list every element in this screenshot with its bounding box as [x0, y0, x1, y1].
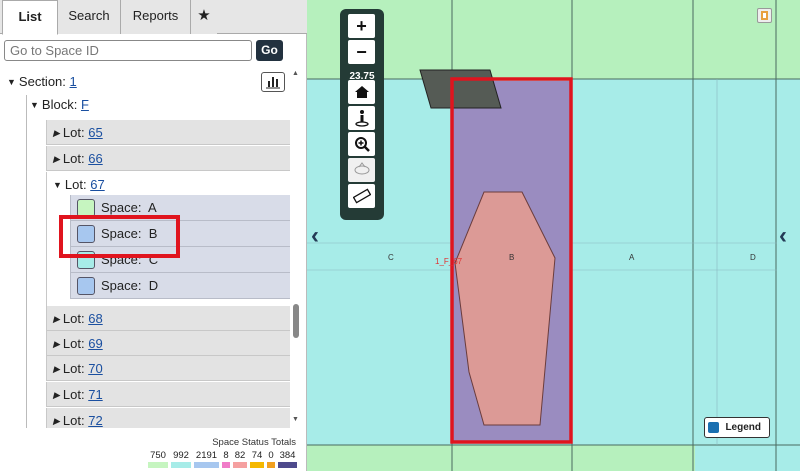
- section-node[interactable]: ▼ Section: 1: [7, 74, 77, 89]
- measure-button[interactable]: [348, 184, 375, 208]
- tab-search[interactable]: Search: [58, 0, 121, 34]
- caret-right-icon[interactable]: ▶: [53, 154, 60, 165]
- lot-label: Lot:: [62, 311, 85, 326]
- ruler-icon: [352, 188, 371, 204]
- scroll-thumb[interactable]: [293, 304, 299, 338]
- lot-row[interactable]: ▶ Lot: 70: [46, 356, 290, 381]
- home-icon: [354, 86, 369, 98]
- total-item: 8: [222, 450, 230, 468]
- lot-link[interactable]: 66: [88, 151, 102, 166]
- total-item: 750: [148, 450, 168, 468]
- magnify-plus-icon: [354, 137, 370, 152]
- chart-button[interactable]: [261, 72, 285, 92]
- total-item: 384: [278, 450, 297, 468]
- total-item: 2191: [194, 450, 219, 468]
- space-id-input[interactable]: [4, 40, 252, 61]
- tab-list[interactable]: List: [2, 0, 58, 35]
- tab-search-label: Search: [68, 8, 110, 23]
- highlight-box: [59, 215, 180, 258]
- lot-link[interactable]: 71: [88, 387, 102, 402]
- lot-row[interactable]: ▶ Lot: 72: [46, 408, 290, 428]
- zoom-in-button[interactable]: +: [348, 14, 375, 38]
- tab-bar: List Search Reports ★: [0, 0, 307, 35]
- rotate-360-icon: [354, 162, 369, 175]
- lot-row[interactable]: ▶ Lot: 68: [46, 306, 290, 331]
- column-label: D: [750, 253, 756, 262]
- layers-icon: [761, 11, 768, 20]
- layers-toggle[interactable]: [757, 8, 772, 23]
- lot-label: Lot:: [62, 125, 85, 140]
- lot-label: Lot:: [62, 413, 85, 428]
- caret-down-icon[interactable]: ▼: [53, 180, 62, 190]
- zoom-out-button[interactable]: −: [348, 40, 375, 64]
- caret-right-icon[interactable]: ▶: [53, 314, 60, 325]
- caret-right-icon[interactable]: ▶: [53, 416, 60, 427]
- scroll-up-icon[interactable]: ▲: [292, 70, 299, 77]
- status-totals-title: Space Status Totals: [212, 437, 296, 448]
- chevron-left-icon[interactable]: ‹: [779, 222, 787, 250]
- caret-right-icon[interactable]: ▶: [53, 128, 60, 139]
- map-toolbar: + − 23.75: [340, 9, 384, 220]
- tree-scrollbar[interactable]: ▲ ▼: [291, 68, 303, 428]
- legend-label: Legend: [725, 422, 761, 433]
- space-label: Space: D: [101, 278, 159, 293]
- lot-link[interactable]: 65: [88, 125, 102, 140]
- lot-label: Lot:: [62, 387, 85, 402]
- space-label: Space: A: [101, 200, 157, 215]
- lot-row[interactable]: ▶ Lot: 66: [46, 146, 290, 171]
- section-label: Section:: [18, 74, 66, 89]
- total-item: 74: [250, 450, 264, 468]
- lot-label: Lot:: [62, 336, 85, 351]
- tab-list-label: List: [18, 9, 42, 24]
- total-item: 82: [233, 450, 247, 468]
- person-location-icon: [354, 110, 369, 127]
- status-totals: Space Status Totals 750 992 2191 8 82 74…: [140, 434, 306, 471]
- tab-favorites[interactable]: ★: [191, 0, 217, 34]
- section-link[interactable]: 1: [70, 74, 77, 89]
- locate-button[interactable]: [348, 106, 375, 130]
- map-view[interactable]: C B A D 1_F_67 + − 23.75 ‹ ‹ Legend: [307, 0, 800, 471]
- left-panel: List Search Reports ★ Go ▼Section: 1 ▼Bl…: [0, 0, 307, 471]
- lot-link[interactable]: 72: [88, 413, 102, 428]
- lot-label: Lot:: [62, 361, 85, 376]
- column-label: B: [509, 253, 515, 262]
- space-status-swatch: [77, 277, 95, 295]
- tab-reports[interactable]: Reports: [121, 0, 191, 34]
- space-row[interactable]: Space: D: [70, 273, 290, 299]
- view-360-button[interactable]: [348, 158, 375, 182]
- lot-link[interactable]: 70: [88, 361, 102, 376]
- chevron-left-icon[interactable]: ‹: [311, 222, 319, 250]
- legend-icon: [708, 422, 719, 433]
- legend-button[interactable]: Legend: [704, 417, 770, 438]
- scroll-down-icon[interactable]: ▼: [292, 416, 299, 423]
- bar-chart-icon: [266, 77, 280, 89]
- feature-label: 1_F_67: [435, 257, 463, 266]
- lot-label: Lot:: [64, 177, 87, 192]
- tab-reports-label: Reports: [132, 8, 179, 23]
- lot-link[interactable]: 68: [88, 311, 102, 326]
- lot-label: Lot:: [62, 151, 85, 166]
- total-item: 0: [267, 450, 275, 468]
- total-item: 992: [171, 450, 191, 468]
- zoom-to-button[interactable]: [348, 132, 375, 156]
- lot-row[interactable]: ▶ Lot: 71: [46, 382, 290, 407]
- lot-link[interactable]: 67: [90, 177, 104, 192]
- caret-right-icon[interactable]: ▶: [53, 339, 60, 350]
- lot-row[interactable]: ▶ Lot: 69: [46, 331, 290, 356]
- go-button[interactable]: Go: [256, 40, 283, 61]
- caret-right-icon[interactable]: ▶: [53, 390, 60, 401]
- home-button[interactable]: [348, 80, 375, 104]
- monument-shape[interactable]: [419, 69, 502, 109]
- column-label: C: [388, 253, 394, 262]
- column-label: A: [629, 253, 635, 262]
- lot-row[interactable]: ▶ Lot: 65: [46, 120, 290, 145]
- lot-link[interactable]: 69: [88, 336, 102, 351]
- star-icon: ★: [197, 7, 211, 24]
- search-row: Go: [4, 40, 304, 62]
- caret-down-icon[interactable]: ▼: [7, 77, 16, 87]
- caret-right-icon[interactable]: ▶: [53, 364, 60, 375]
- lot-area: [695, 445, 800, 471]
